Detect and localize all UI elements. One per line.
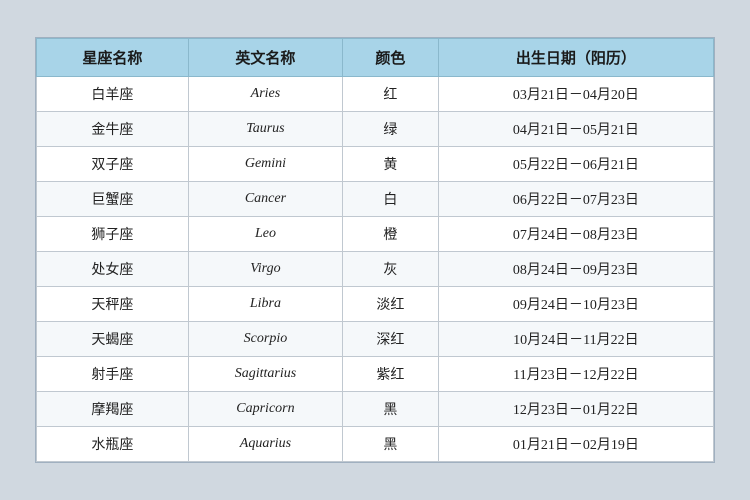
cell-english-name: Gemini — [188, 147, 342, 182]
cell-chinese-name: 巨蟹座 — [37, 182, 189, 217]
header-date: 出生日期（阳历） — [438, 39, 713, 77]
zodiac-table-container: 星座名称 英文名称 颜色 出生日期（阳历） 白羊座Aries红03月21日－04… — [35, 37, 715, 463]
cell-english-name: Scorpio — [188, 322, 342, 357]
cell-english-name: Capricorn — [188, 392, 342, 427]
cell-chinese-name: 射手座 — [37, 357, 189, 392]
cell-color: 深红 — [343, 322, 439, 357]
cell-chinese-name: 摩羯座 — [37, 392, 189, 427]
table-row: 处女座Virgo灰08月24日－09月23日 — [37, 252, 714, 287]
header-chinese-name: 星座名称 — [37, 39, 189, 77]
cell-color: 白 — [343, 182, 439, 217]
table-row: 巨蟹座Cancer白06月22日－07月23日 — [37, 182, 714, 217]
table-row: 天秤座Libra淡红09月24日－10月23日 — [37, 287, 714, 322]
cell-date: 11月23日－12月22日 — [438, 357, 713, 392]
table-header-row: 星座名称 英文名称 颜色 出生日期（阳历） — [37, 39, 714, 77]
cell-date: 07月24日－08月23日 — [438, 217, 713, 252]
table-row: 白羊座Aries红03月21日－04月20日 — [37, 77, 714, 112]
cell-chinese-name: 处女座 — [37, 252, 189, 287]
table-body: 白羊座Aries红03月21日－04月20日金牛座Taurus绿04月21日－0… — [37, 77, 714, 462]
cell-english-name: Libra — [188, 287, 342, 322]
cell-date: 09月24日－10月23日 — [438, 287, 713, 322]
cell-english-name: Cancer — [188, 182, 342, 217]
cell-color: 黄 — [343, 147, 439, 182]
cell-english-name: Aries — [188, 77, 342, 112]
table-row: 摩羯座Capricorn黑12月23日－01月22日 — [37, 392, 714, 427]
table-row: 金牛座Taurus绿04月21日－05月21日 — [37, 112, 714, 147]
header-color: 颜色 — [343, 39, 439, 77]
cell-date: 05月22日－06月21日 — [438, 147, 713, 182]
cell-color: 黑 — [343, 392, 439, 427]
cell-chinese-name: 水瓶座 — [37, 427, 189, 462]
cell-color: 红 — [343, 77, 439, 112]
table-row: 射手座Sagittarius紫红11月23日－12月22日 — [37, 357, 714, 392]
cell-date: 04月21日－05月21日 — [438, 112, 713, 147]
cell-english-name: Sagittarius — [188, 357, 342, 392]
cell-date: 01月21日－02月19日 — [438, 427, 713, 462]
cell-date: 06月22日－07月23日 — [438, 182, 713, 217]
cell-color: 灰 — [343, 252, 439, 287]
cell-english-name: Leo — [188, 217, 342, 252]
cell-english-name: Aquarius — [188, 427, 342, 462]
cell-chinese-name: 狮子座 — [37, 217, 189, 252]
cell-date: 08月24日－09月23日 — [438, 252, 713, 287]
table-row: 天蝎座Scorpio深红10月24日－11月22日 — [37, 322, 714, 357]
cell-chinese-name: 白羊座 — [37, 77, 189, 112]
table-row: 狮子座Leo橙07月24日－08月23日 — [37, 217, 714, 252]
cell-date: 10月24日－11月22日 — [438, 322, 713, 357]
cell-date: 12月23日－01月22日 — [438, 392, 713, 427]
cell-english-name: Taurus — [188, 112, 342, 147]
cell-color: 绿 — [343, 112, 439, 147]
cell-chinese-name: 双子座 — [37, 147, 189, 182]
cell-date: 03月21日－04月20日 — [438, 77, 713, 112]
cell-color: 紫红 — [343, 357, 439, 392]
cell-chinese-name: 天秤座 — [37, 287, 189, 322]
cell-english-name: Virgo — [188, 252, 342, 287]
cell-color: 淡红 — [343, 287, 439, 322]
cell-color: 橙 — [343, 217, 439, 252]
header-english-name: 英文名称 — [188, 39, 342, 77]
table-row: 水瓶座Aquarius黑01月21日－02月19日 — [37, 427, 714, 462]
cell-chinese-name: 天蝎座 — [37, 322, 189, 357]
table-row: 双子座Gemini黄05月22日－06月21日 — [37, 147, 714, 182]
zodiac-table: 星座名称 英文名称 颜色 出生日期（阳历） 白羊座Aries红03月21日－04… — [36, 38, 714, 462]
cell-chinese-name: 金牛座 — [37, 112, 189, 147]
cell-color: 黑 — [343, 427, 439, 462]
